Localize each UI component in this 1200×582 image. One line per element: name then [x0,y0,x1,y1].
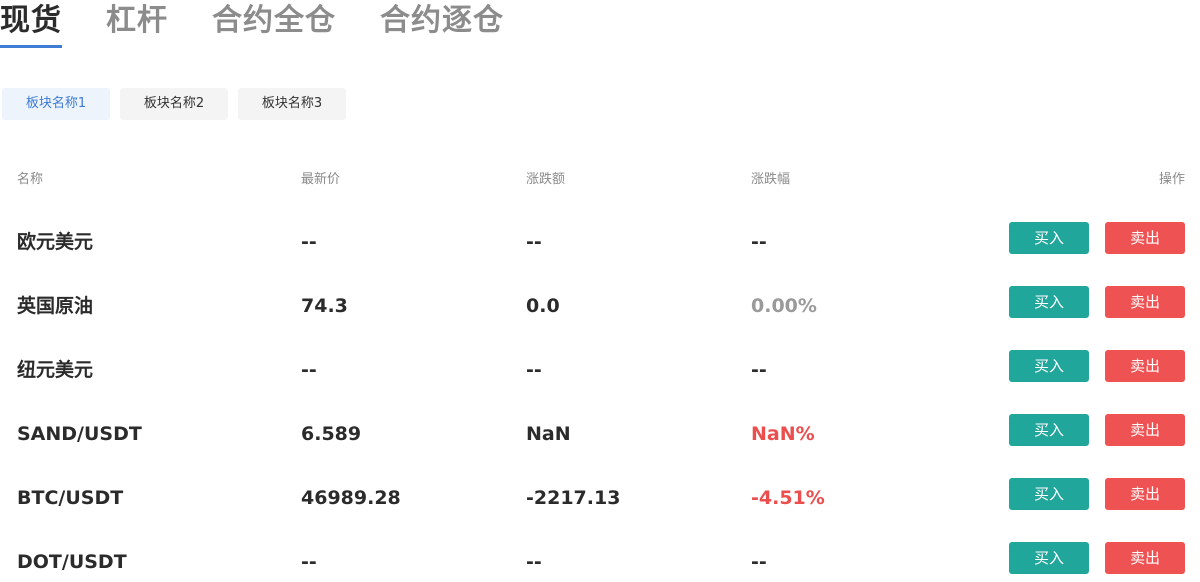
table-row: BTC/USDT 46989.28 -2217.13 -4.51% 买入 卖出 [0,478,1200,518]
sell-button[interactable]: 卖出 [1105,414,1185,446]
table-row: 英国原油 74.3 0.0 0.00% 买入 卖出 [0,286,1200,326]
sector-chip-3[interactable]: 板块名称3 [238,88,346,120]
tab-margin[interactable]: 杠杆 [106,0,168,42]
row-pct: -- [751,359,767,381]
market-tabs: 现货 杠杆 合约全仓 合约逐仓 [0,0,548,52]
header-change: 涨跌额 [526,172,566,187]
header-price: 最新价 [301,172,341,187]
table-row: SAND/USDT 6.589 NaN NaN% 买入 卖出 [0,414,1200,454]
row-name: 欧元美元 [17,231,94,253]
row-name: 纽元美元 [17,359,94,381]
row-name: SAND/USDT [17,423,142,445]
row-change: -- [526,231,542,253]
row-name: DOT/USDT [17,551,127,573]
row-pct: -4.51% [751,487,825,509]
tab-contract-cross[interactable]: 合约全仓 [212,0,336,42]
row-change: NaN [526,423,571,445]
header-pct: 涨跌幅 [751,172,791,187]
table-row: DOT/USDT -- -- -- 买入 卖出 [0,542,1200,582]
sell-button[interactable]: 卖出 [1105,286,1185,318]
row-name: 英国原油 [17,295,94,317]
sector-chip-2[interactable]: 板块名称2 [120,88,228,120]
sell-button[interactable]: 卖出 [1105,350,1185,382]
row-pct: NaN% [751,423,815,445]
header-operation: 操作 [1158,172,1185,187]
row-change: -2217.13 [526,487,621,509]
table-header: 名称 最新价 涨跌额 涨跌幅 操作 [0,168,1200,188]
row-price: -- [301,359,317,381]
sector-chip-1[interactable]: 板块名称1 [2,88,110,120]
tab-spot[interactable]: 现货 [0,0,62,48]
row-change: -- [526,359,542,381]
header-name: 名称 [17,172,44,187]
row-change: 0.0 [526,295,560,317]
row-price: -- [301,551,317,573]
row-pct: -- [751,551,767,573]
buy-button[interactable]: 买入 [1009,542,1089,574]
sector-chips: 板块名称1 板块名称2 板块名称3 [2,88,356,120]
row-price: 6.589 [301,423,362,445]
table-row: 欧元美元 -- -- -- 买入 卖出 [0,222,1200,262]
buy-button[interactable]: 买入 [1009,222,1089,254]
row-change: -- [526,551,542,573]
sell-button[interactable]: 卖出 [1105,478,1185,510]
buy-button[interactable]: 买入 [1009,350,1089,382]
sell-button[interactable]: 卖出 [1105,222,1185,254]
buy-button[interactable]: 买入 [1009,286,1089,318]
table-row: 纽元美元 -- -- -- 买入 卖出 [0,350,1200,390]
row-price: 46989.28 [301,487,401,509]
sell-button[interactable]: 卖出 [1105,542,1185,574]
row-price: 74.3 [301,295,348,317]
row-price: -- [301,231,317,253]
buy-button[interactable]: 买入 [1009,478,1089,510]
row-pct: 0.00% [751,295,817,317]
tab-contract-isolated[interactable]: 合约逐仓 [380,0,504,42]
buy-button[interactable]: 买入 [1009,414,1089,446]
row-name: BTC/USDT [17,487,124,509]
row-pct: -- [751,231,767,253]
